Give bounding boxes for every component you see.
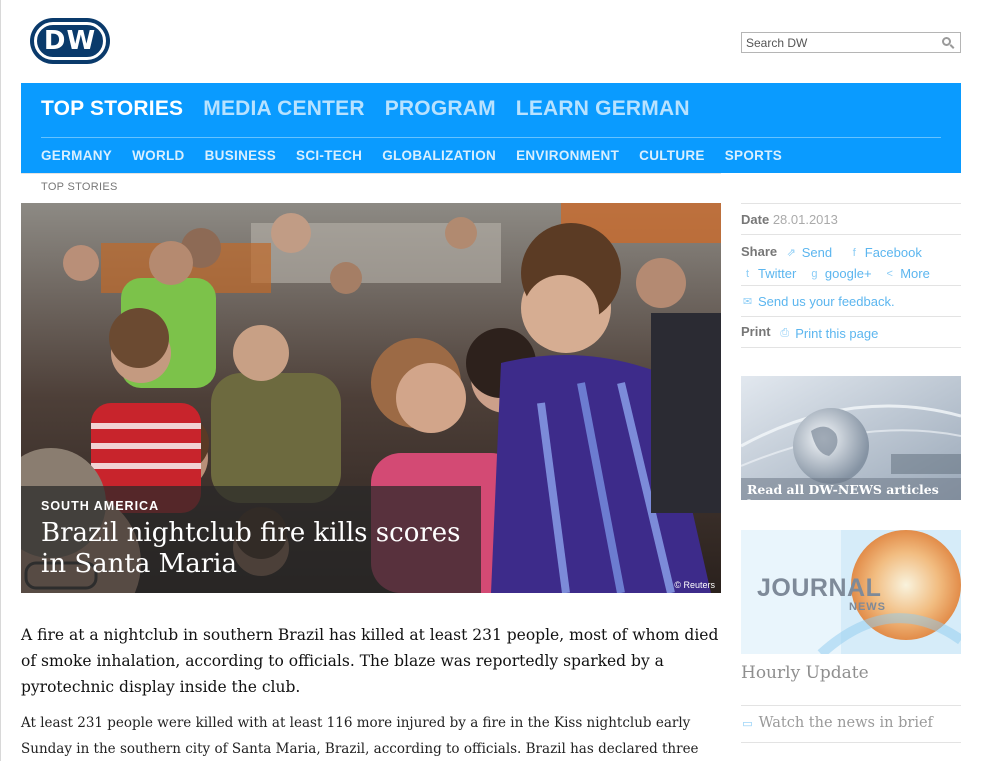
tv-icon: ▭ [742,717,753,730]
print-row: Print ⎙ Print this page [741,316,961,348]
primary-nav: TOP STORIES MEDIA CENTER PROGRAM LEARN G… [41,97,690,121]
article-body: At least 231 people were killed with at … [21,715,699,757]
journal-subtitle: NEWS [849,601,886,613]
nav-media-center[interactable]: MEDIA CENTER [203,97,364,121]
logo-ring [34,22,106,60]
share-send-label: Send [801,245,833,260]
nav-divider [41,137,941,138]
date-value: 28.01.2013 [772,212,838,227]
share-facebook-link[interactable]: f Facebook [848,243,922,263]
breadcrumb-item[interactable]: TOP STORIES [41,181,118,193]
share-facebook-label: Facebook [864,245,922,260]
search-icon[interactable] [942,37,951,46]
search-input[interactable] [742,33,932,52]
watch-news-row[interactable]: ▭ Watch the news in brief [741,705,961,743]
hero-kicker: SOUTH AMERICA [41,499,160,513]
share-twitter-link[interactable]: t Twitter [741,264,796,284]
hourly-update-title[interactable]: Hourly Update [741,663,869,683]
nav-sci-tech[interactable]: SCI-TECH [296,148,362,163]
print-label: Print [741,324,771,339]
breadcrumb: TOP STORIES [21,173,721,200]
print-link[interactable]: ⎙ Print this page [778,326,878,341]
nav-business[interactable]: BUSINESS [205,148,276,163]
share-googleplus-label: google+ [824,266,872,281]
secondary-nav: GERMANY WORLD BUSINESS SCI-TECH GLOBALIZ… [41,148,782,163]
search-box [741,32,961,53]
dw-logo[interactable]: DW [30,18,110,64]
googleplus-icon: g [811,268,818,280]
nav-environment[interactable]: ENVIRONMENT [516,148,619,163]
nav-program[interactable]: PROGRAM [385,97,496,121]
main-navigation: TOP STORIES MEDIA CENTER PROGRAM LEARN G… [21,83,961,173]
send-icon: ⇗ [786,247,796,259]
journal-news-promo[interactable]: JOURNAL NEWS [741,530,961,654]
article-lead: A fire at a nightclub in southern Brazil… [21,626,719,696]
nav-globalization[interactable]: GLOBALIZATION [382,148,496,163]
watch-news-label: Watch the news in brief [758,715,933,731]
share-googleplus-link[interactable]: g google+ [808,264,872,284]
dw-news-promo-label: Read all DW-NEWS articles here [741,478,961,500]
feedback-label: Send us your feedback. [758,294,895,309]
share-twitter-label: Twitter [758,266,797,281]
twitter-icon: t [745,268,750,280]
share-row: Share ⇗ Send f Facebook t Twitter g google+ … [741,234,961,285]
dw-news-promo[interactable]: Read all DW-NEWS articles here [741,376,961,500]
journal-title: JOURNAL [757,574,882,602]
nav-culture[interactable]: CULTURE [639,148,705,163]
hero-title[interactable]: Brazil nightclub fire kills scores in Sa… [41,518,461,580]
hero-caption[interactable]: SOUTH AMERICA Brazil nightclub fire kill… [21,486,481,593]
nav-germany[interactable]: GERMANY [41,148,112,163]
mail-icon: ✉ [742,296,753,308]
nav-learn-german[interactable]: LEARN GERMAN [516,97,690,121]
printer-icon: ⎙ [780,327,790,339]
date-label: Date [741,212,770,227]
nav-sports[interactable]: SPORTS [725,148,782,163]
photo-credit: © Reuters [674,580,715,590]
feedback-link[interactable]: ✉ Send us your feedback. [741,294,895,309]
share-more-label: More [900,266,930,281]
share-label: Share [741,244,778,259]
share-more-link[interactable]: < More [883,264,930,284]
share-icon: < [886,268,893,280]
hero-image[interactable]: SOUTH AMERICA Brazil nightclub fire kill… [21,203,721,593]
feedback-row: ✉ Send us your feedback. [741,285,961,316]
print-link-label: Print this page [795,326,879,341]
nav-top-stories[interactable]: TOP STORIES [41,97,183,121]
share-send-link[interactable]: ⇗ Send [785,243,832,263]
nav-world[interactable]: WORLD [132,148,185,163]
facebook-icon: f [852,247,856,259]
date-row: Date 28.01.2013 [741,203,961,234]
